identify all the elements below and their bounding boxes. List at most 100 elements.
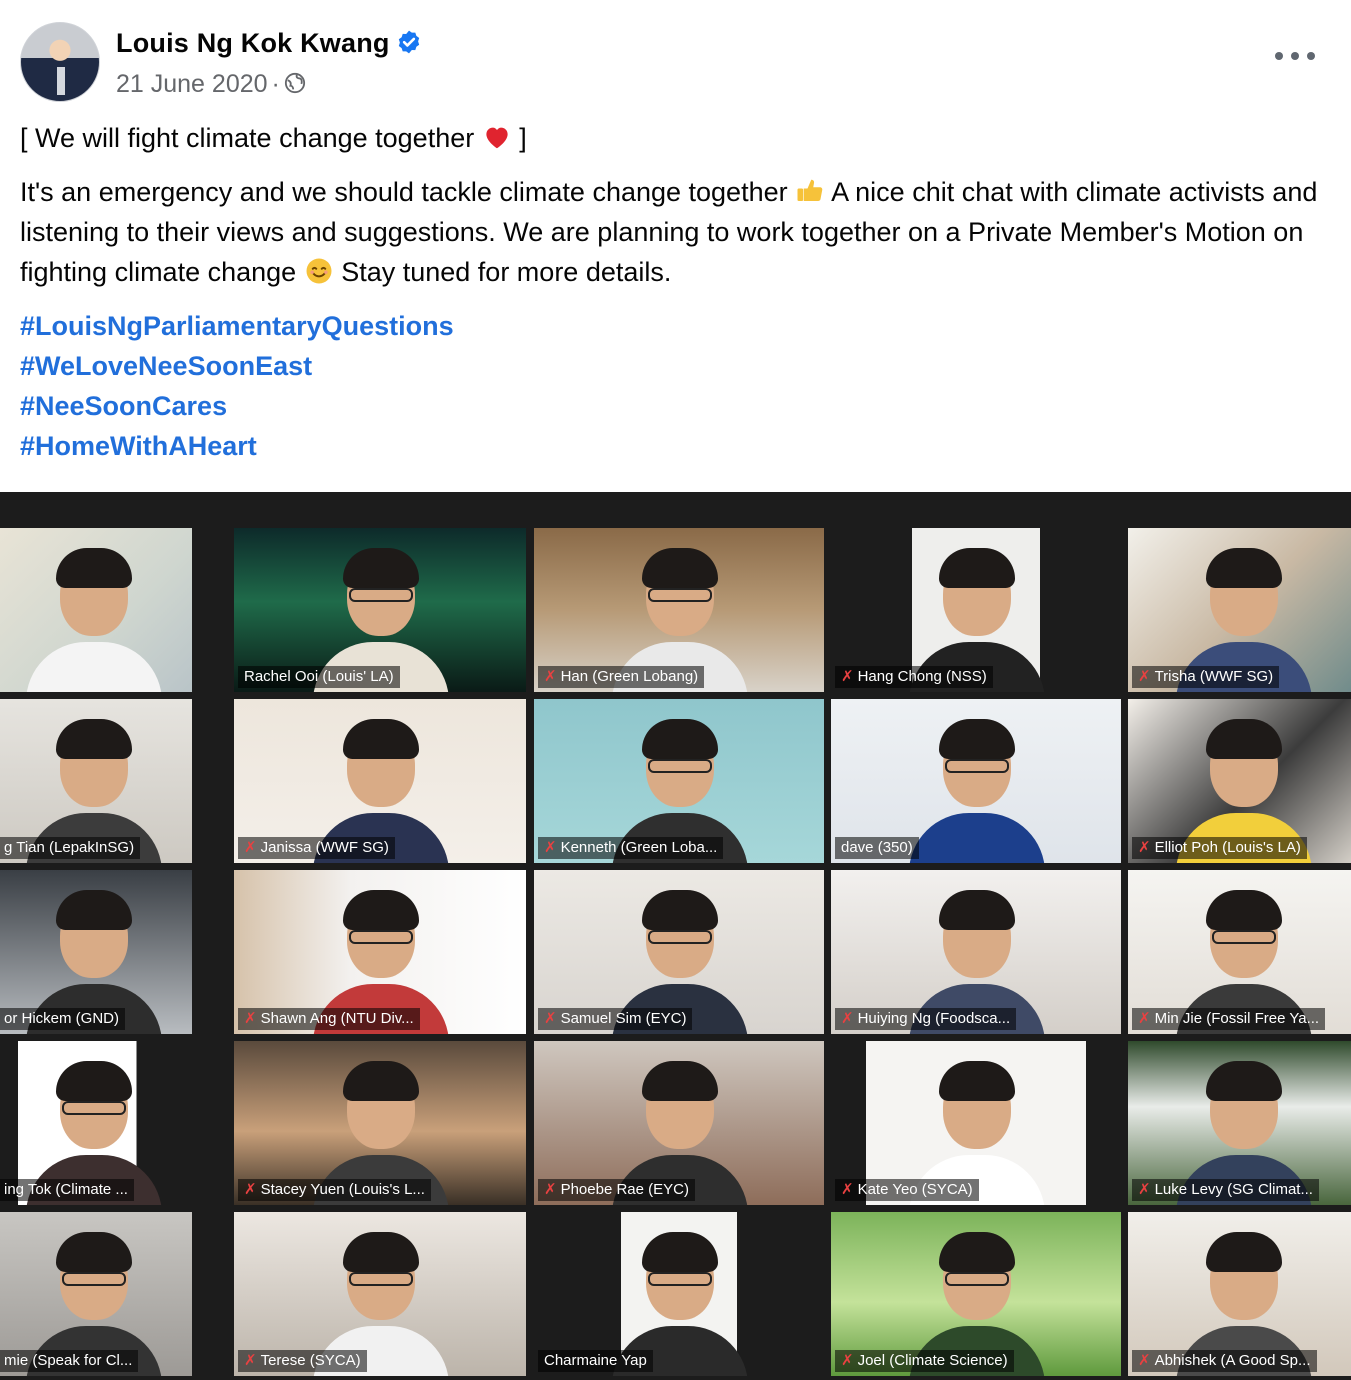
participant-name-label: g Tian (LepakInSG)	[0, 837, 141, 859]
hashtag-link[interactable]: #NeeSoonCares	[20, 386, 1331, 426]
participant-name-label: ✗ Abhishek (A Good Sp...	[1132, 1350, 1317, 1372]
participant-tile: ✗ Samuel Sim (EYC)	[534, 870, 824, 1034]
participant-video	[18, 542, 168, 692]
participant-name: Han (Green Lobang)	[560, 668, 699, 685]
more-options-icon[interactable]	[1275, 44, 1315, 68]
participant-glasses	[349, 1272, 413, 1286]
globe-icon[interactable]	[284, 72, 306, 94]
participant-tile: ✗ Huiying Ng (Foodsca...	[831, 870, 1121, 1034]
participant-name: Shawn Ang (NTU Div...	[260, 1010, 414, 1027]
participant-name-label: ing Tok (Climate ...	[0, 1179, 134, 1201]
hashtag-link[interactable]: #HomeWithAHeart	[20, 426, 1331, 466]
participant-hair	[642, 890, 718, 930]
participant-tile: g Tian (LepakInSG)	[0, 699, 192, 863]
participant-name-label: mie (Speak for Cl...	[0, 1350, 139, 1372]
participant-name: Janissa (WWF SG)	[260, 839, 389, 856]
muted-mic-icon: ✗	[1138, 1181, 1151, 1198]
more-dot	[1291, 52, 1299, 60]
participant-hair	[56, 719, 132, 759]
participant-name: or Hickem (GND)	[4, 1010, 119, 1027]
verified-badge-icon	[398, 30, 419, 54]
muted-mic-icon: ✗	[544, 1181, 557, 1198]
muted-mic-icon: ✗	[244, 839, 257, 856]
participant-name-label: ✗ Kate Yeo (SYCA)	[835, 1179, 979, 1201]
participant-tile: dave (350)	[831, 699, 1121, 863]
thumbs-up-emoji	[797, 179, 823, 201]
more-dot	[1275, 52, 1283, 60]
body-part-1: It's an emergency and we should tackle c…	[20, 177, 788, 207]
title-end: ]	[519, 123, 527, 153]
participant-name: Hang Chong (NSS)	[857, 668, 987, 685]
participant-name-label: ✗ Elliot Poh (Louis's LA)	[1132, 837, 1307, 859]
participant-hair	[343, 719, 419, 759]
participant-hair	[939, 548, 1015, 588]
participant-tile	[0, 528, 192, 692]
muted-mic-icon: ✗	[544, 668, 557, 685]
red-heart-emoji	[486, 127, 508, 149]
participant-tile: mie (Speak for Cl...	[0, 1212, 192, 1376]
participant-tile: ✗ Trisha (WWF SG)	[1128, 528, 1351, 692]
post-text: [ We will fight climate change together …	[20, 118, 1331, 466]
participant-glasses	[648, 930, 712, 944]
participant-hair	[56, 1061, 132, 1101]
participant-name-label: ✗ Trisha (WWF SG)	[1132, 666, 1280, 688]
participant-name-label: ✗ Shawn Ang (NTU Div...	[238, 1008, 420, 1030]
participant-tile: ✗ Elliot Poh (Louis's LA)	[1128, 699, 1351, 863]
participant-name: Phoebe Rae (EYC)	[560, 1181, 689, 1198]
participant-hair	[642, 719, 718, 759]
participant-tile: ing Tok (Climate ...	[0, 1041, 192, 1205]
participant-name: Joel (Climate Science)	[857, 1352, 1008, 1369]
muted-mic-icon: ✗	[544, 1010, 557, 1027]
participant-name: Charmaine Yap	[544, 1352, 647, 1369]
participant-hair	[56, 890, 132, 930]
participant-tile: or Hickem (GND)	[0, 870, 192, 1034]
participant-name: Terese (SYCA)	[260, 1352, 361, 1369]
author-name[interactable]: Louis Ng Kok Kwang	[116, 28, 390, 58]
participant-name-label: dave (350)	[835, 837, 919, 859]
participant-tile: ✗ Kenneth (Green Loba...	[534, 699, 824, 863]
participant-name-label: ✗ Joel (Climate Science)	[835, 1350, 1014, 1372]
participant-glasses	[62, 1272, 126, 1286]
post-header: Louis Ng Kok Kwang 21 June 2020 ·	[20, 22, 1331, 104]
participant-hair	[1206, 548, 1282, 588]
participant-name: g Tian (LepakInSG)	[4, 839, 135, 856]
participant-name-label: or Hickem (GND)	[0, 1008, 125, 1030]
participant-hair	[56, 548, 132, 588]
hashtag-link[interactable]: #WeLoveNeeSoonEast	[20, 346, 1331, 386]
participant-tile: ✗ Abhishek (A Good Sp...	[1128, 1212, 1351, 1376]
author-avatar[interactable]	[20, 22, 100, 102]
participant-glasses	[1212, 930, 1276, 944]
post-meta: 21 June 2020 ·	[116, 70, 306, 99]
participant-name: Stacey Yuen (Louis's L...	[260, 1181, 425, 1198]
participant-hair	[939, 1061, 1015, 1101]
participant-hair	[1206, 890, 1282, 930]
muted-mic-icon: ✗	[1138, 668, 1151, 685]
participant-glasses	[945, 1272, 1009, 1286]
hashtag-link[interactable]: #LouisNgParliamentaryQuestions	[20, 306, 1331, 346]
muted-mic-icon: ✗	[841, 1181, 854, 1198]
participant-hair	[939, 890, 1015, 930]
participant-name-label: ✗ Phoebe Rae (EYC)	[538, 1179, 695, 1201]
post-body: It's an emergency and we should tackle c…	[20, 172, 1331, 292]
participant-name: Min Jie (Fossil Free Ya...	[1154, 1010, 1320, 1027]
video-call-photo[interactable]: Rachel Ooi (Louis' LA) ✗ Han (Green Lobang…	[0, 492, 1351, 1380]
participant-video	[901, 713, 1051, 863]
post-date[interactable]: 21 June 2020	[116, 70, 268, 98]
muted-mic-icon: ✗	[244, 1352, 257, 1369]
participant-hair	[56, 1232, 132, 1272]
participant-tile: ✗ Joel (Climate Science)	[831, 1212, 1121, 1376]
more-dot	[1307, 52, 1315, 60]
participant-hair	[343, 1061, 419, 1101]
participant-glasses	[648, 588, 712, 602]
smiling-face-emoji	[306, 258, 332, 284]
participant-tile: ✗ Luke Levy (SG Climat...	[1128, 1041, 1351, 1205]
participant-shirt	[26, 642, 162, 692]
muted-mic-icon: ✗	[841, 1010, 854, 1027]
participant-tile: ✗ Shawn Ang (NTU Div...	[234, 870, 526, 1034]
participant-name: mie (Speak for Cl...	[4, 1352, 133, 1369]
participant-name-label: ✗ Min Jie (Fossil Free Ya...	[1132, 1008, 1326, 1030]
participant-name-label: ✗ Huiying Ng (Foodsca...	[835, 1008, 1017, 1030]
muted-mic-icon: ✗	[244, 1010, 257, 1027]
participant-name-label: ✗ Samuel Sim (EYC)	[538, 1008, 693, 1030]
muted-mic-icon: ✗	[1138, 1352, 1151, 1369]
